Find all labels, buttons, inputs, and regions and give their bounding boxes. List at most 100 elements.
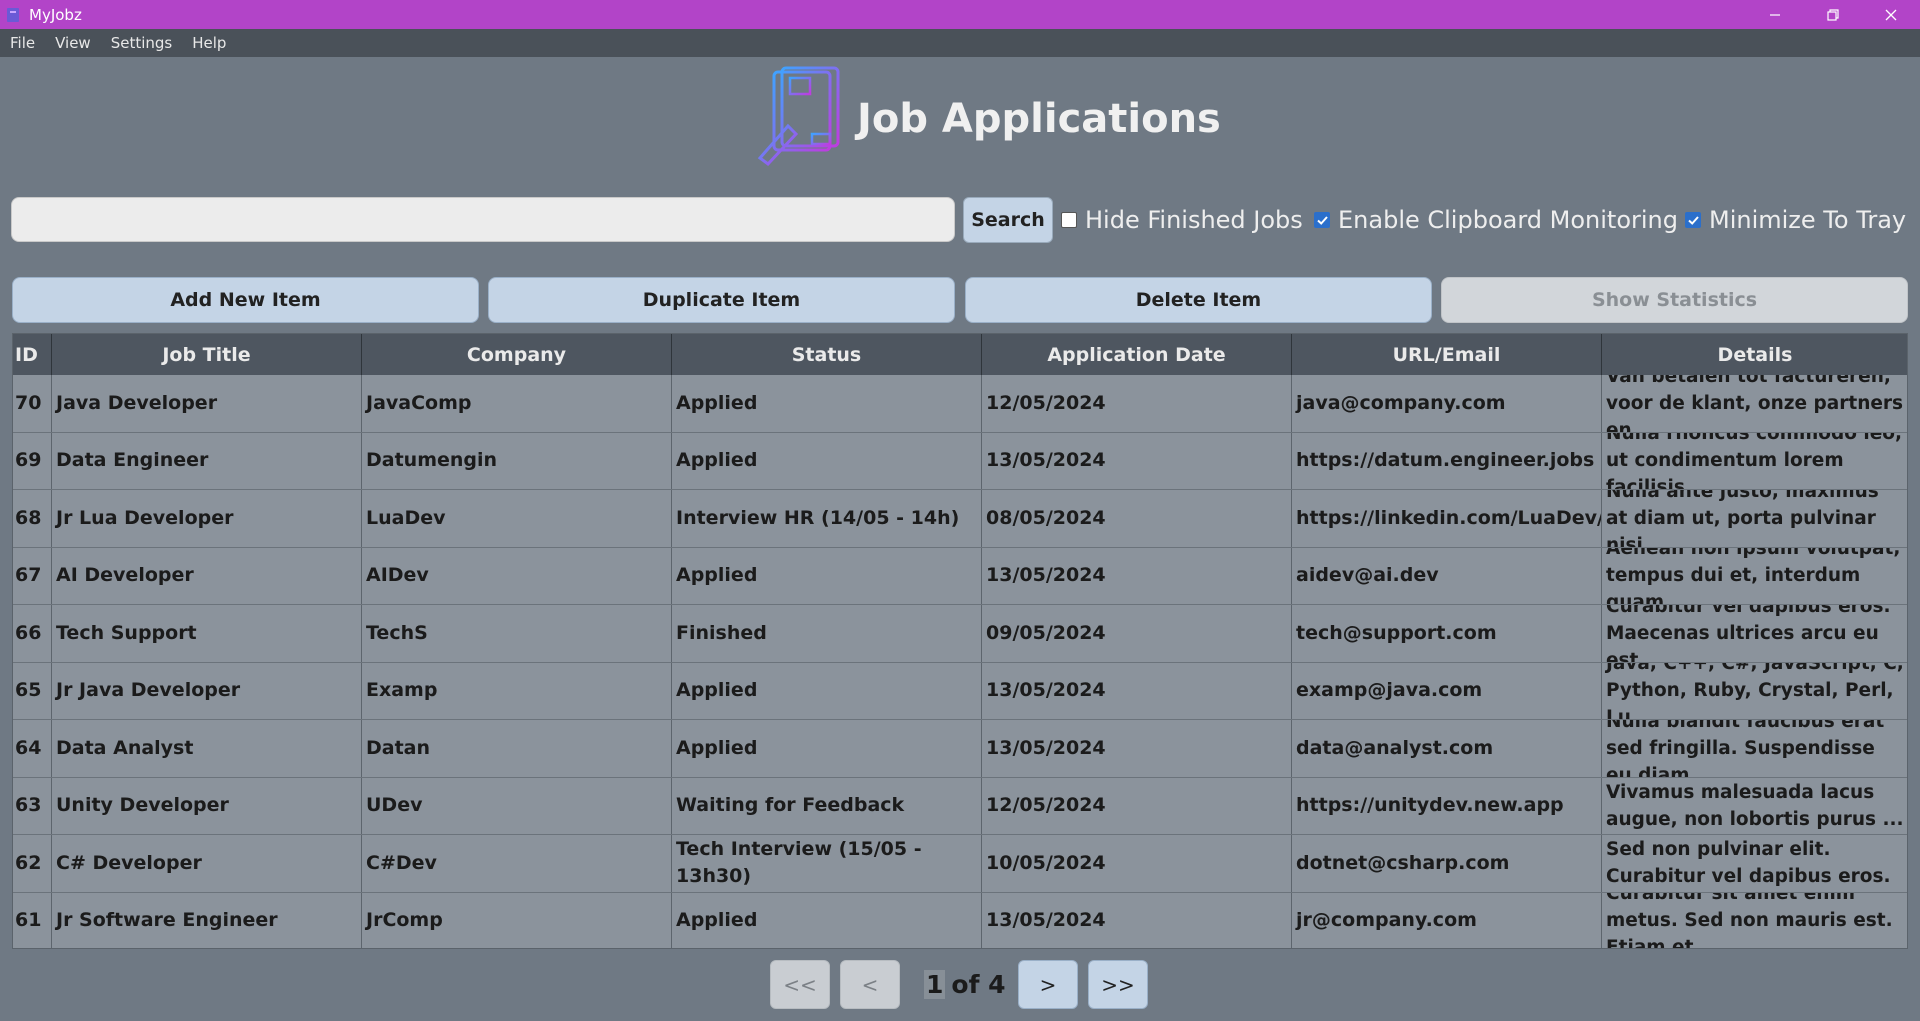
cell-company: LuaDev	[362, 490, 672, 547]
cell-url-email: https://datum.engineer.jobs	[1292, 432, 1602, 489]
cell-id: 69	[13, 432, 52, 489]
minimize-button[interactable]	[1746, 0, 1804, 29]
cell-details: Curabitur sit amet enim metus. Sed non m…	[1602, 893, 1907, 949]
table-row[interactable]: 62 C# Developer C#Dev Tech Interview (15/05…	[13, 835, 1907, 893]
cell-status: Applied	[672, 375, 982, 432]
table-row[interactable]: 68 Jr Lua Developer LuaDev Interview HR (14…	[13, 490, 1907, 548]
table-row[interactable]: 70 Java Developer JavaComp Applied 12/05/202…	[13, 375, 1907, 433]
previous-page-button[interactable]: <	[840, 960, 900, 1009]
current-page-input[interactable]: 1	[924, 969, 946, 999]
cell-url-email: java@company.com	[1292, 375, 1602, 432]
checkbox-unchecked-icon	[1061, 212, 1077, 228]
menu-view[interactable]: View	[45, 34, 101, 52]
cell-application-date: 10/05/2024	[982, 835, 1292, 892]
column-header-job-title[interactable]: Job Title	[52, 334, 362, 375]
cell-url-email: https://linkedin.com/LuaDev/apply	[1292, 490, 1602, 547]
cell-details: Sed non pulvinar elit. Curabitur vel dap…	[1602, 835, 1907, 892]
cell-job-title: Jr Software Engineer	[52, 892, 362, 948]
cell-id: 64	[13, 720, 52, 777]
column-header-url-email[interactable]: URL/Email	[1292, 334, 1602, 375]
hide-finished-jobs-checkbox[interactable]: Hide Finished Jobs	[1061, 204, 1303, 236]
first-page-button[interactable]: <<	[770, 960, 830, 1009]
cell-job-title: Jr Java Developer	[52, 662, 362, 719]
column-header-id[interactable]: ID	[13, 334, 52, 375]
cell-id: 70	[13, 375, 52, 432]
cell-id: 65	[13, 662, 52, 719]
table-row[interactable]: 65 Jr Java Developer Examp Applied 13/05/202…	[13, 662, 1907, 720]
cell-application-date: 13/05/2024	[982, 547, 1292, 604]
table-row[interactable]: 66 Tech Support TechS Finished 09/05/2024 tec…	[13, 605, 1907, 663]
cell-url-email: tech@support.com	[1292, 605, 1602, 662]
minimize-to-tray-label: Minimize To Tray	[1709, 206, 1907, 234]
close-icon	[1885, 9, 1897, 20]
column-header-details[interactable]: Details	[1602, 334, 1907, 375]
cell-company: Examp	[362, 662, 672, 719]
restore-button[interactable]	[1804, 0, 1862, 29]
window-title: MyJobz	[29, 5, 82, 24]
column-header-status[interactable]: Status	[672, 334, 982, 375]
cell-id: 61	[13, 892, 52, 948]
search-input[interactable]	[11, 197, 955, 242]
cell-id: 63	[13, 777, 52, 834]
close-button[interactable]	[1862, 0, 1920, 29]
cell-application-date: 13/05/2024	[982, 432, 1292, 489]
menu-help[interactable]: Help	[182, 34, 236, 52]
cell-url-email: dotnet@csharp.com	[1292, 835, 1602, 892]
cell-details: Curabitur vel dapibus eros. Maecenas ult…	[1602, 605, 1907, 662]
cell-url-email: examp@java.com	[1292, 662, 1602, 719]
cell-details: Vivamus malesuada lacus augue, non lobor…	[1602, 778, 1907, 835]
cell-application-date: 12/05/2024	[982, 375, 1292, 432]
cell-company: C#Dev	[362, 835, 672, 892]
show-statistics-button[interactable]: Show Statistics	[1441, 277, 1908, 323]
cell-details: Nulla blandit faucibus erat sed fringill…	[1602, 720, 1907, 777]
menu-file[interactable]: File	[0, 34, 45, 52]
cell-details: Java, C++, C#, JavaScript, C, Python, Ru…	[1602, 663, 1907, 720]
next-page-button[interactable]: >	[1018, 960, 1078, 1009]
job-applications-table[interactable]: ID Job Title Company Status Application …	[12, 333, 1908, 949]
window-controls	[1746, 0, 1920, 29]
cell-details: Nulla rhoncus commodo leo, ut condimentu…	[1602, 433, 1907, 490]
table-row[interactable]: 61 Jr Software Engineer JrComp Applied 13/05…	[13, 892, 1907, 949]
table-body: 70 Java Developer JavaComp Applied 12/05/202…	[13, 375, 1907, 949]
checkbox-checked-icon	[1314, 212, 1330, 228]
cell-status: Finished	[672, 605, 982, 662]
cell-job-title: Data Engineer	[52, 432, 362, 489]
cell-id: 62	[13, 835, 52, 892]
add-new-item-button[interactable]: Add New Item	[12, 277, 479, 323]
cell-job-title: Unity Developer	[52, 777, 362, 834]
cell-job-title: AI Developer	[52, 547, 362, 604]
checkbox-checked-icon	[1685, 212, 1701, 228]
column-header-company[interactable]: Company	[362, 334, 672, 375]
table-row[interactable]: 69 Data Engineer Datumengin Applied 13/05/20…	[13, 432, 1907, 490]
minimize-icon	[1770, 13, 1780, 16]
cell-company: JavaComp	[362, 375, 672, 432]
cell-details: Van betalen tot factureren, voor de klan…	[1602, 375, 1907, 432]
restore-icon	[1827, 8, 1839, 21]
last-page-button[interactable]: >>	[1088, 960, 1148, 1009]
cell-id: 67	[13, 547, 52, 604]
cell-job-title: C# Developer	[52, 835, 362, 892]
cell-company: Datumengin	[362, 432, 672, 489]
cell-company: AIDev	[362, 547, 672, 604]
table-row[interactable]: 67 AI Developer AIDev Applied 13/05/2024 aide…	[13, 547, 1907, 605]
cell-id: 68	[13, 490, 52, 547]
cell-url-email: jr@company.com	[1292, 892, 1602, 948]
menu-bar: File View Settings Help	[0, 29, 1920, 57]
search-button[interactable]: Search	[963, 197, 1053, 243]
menu-settings[interactable]: Settings	[101, 34, 183, 52]
cell-status: Interview HR (14/05 - 14h)	[672, 490, 982, 547]
duplicate-item-button[interactable]: Duplicate Item	[488, 277, 955, 323]
table-row[interactable]: 64 Data Analyst Datan Applied 13/05/2024 data…	[13, 720, 1907, 778]
cell-url-email: data@analyst.com	[1292, 720, 1602, 777]
delete-item-button[interactable]: Delete Item	[965, 277, 1432, 323]
cell-application-date: 08/05/2024	[982, 490, 1292, 547]
minimize-to-tray-checkbox[interactable]: Minimize To Tray	[1685, 204, 1906, 236]
cell-company: TechS	[362, 605, 672, 662]
job-application-logo-icon	[757, 66, 840, 166]
table-row[interactable]: 63 Unity Developer UDev Waiting for Feedbac…	[13, 777, 1907, 835]
clipboard-monitoring-checkbox[interactable]: Enable Clipboard Monitoring	[1314, 204, 1678, 236]
clipboard-monitoring-label: Enable Clipboard Monitoring	[1338, 206, 1678, 234]
table-header: ID Job Title Company Status Application …	[13, 334, 1907, 375]
cell-application-date: 12/05/2024	[982, 777, 1292, 834]
column-header-application-date[interactable]: Application Date	[982, 334, 1292, 375]
